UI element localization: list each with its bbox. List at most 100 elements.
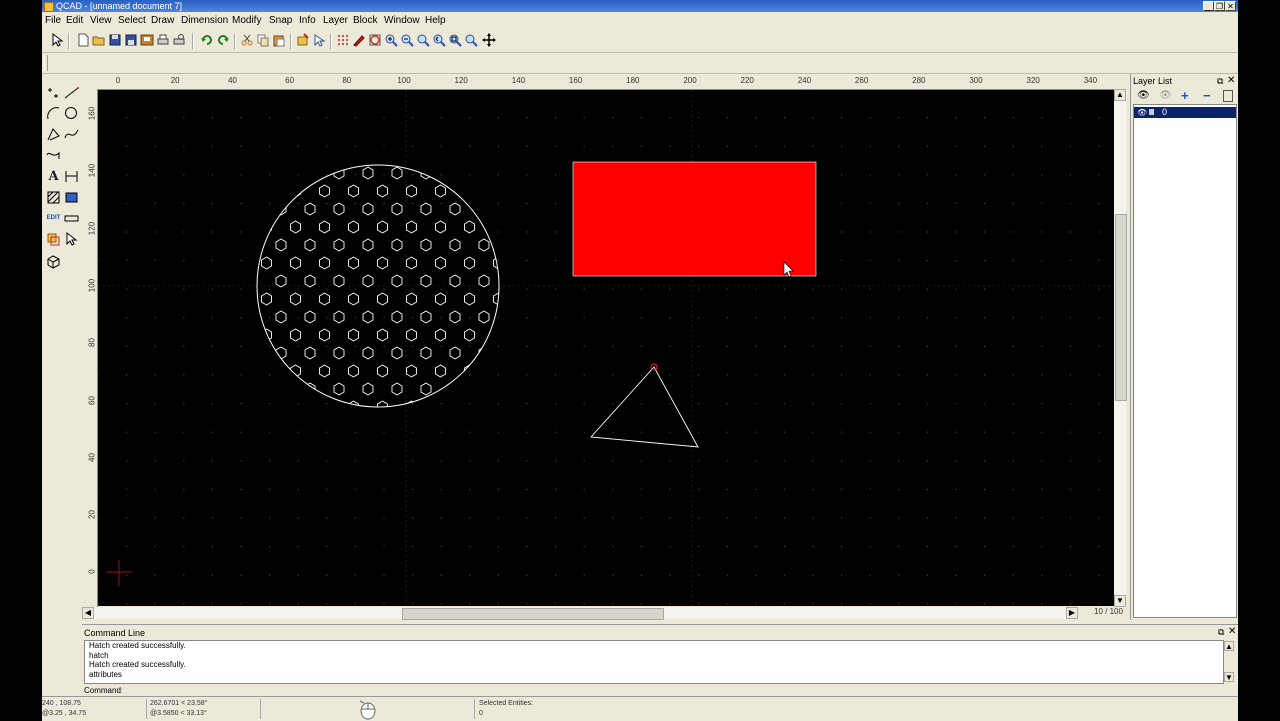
command-prompt-label: Command: <box>84 686 124 695</box>
layer-lock-icon[interactable] <box>1149 109 1154 115</box>
horizontal-scroll-thumb[interactable] <box>402 608 664 620</box>
block-tool-icon[interactable] <box>45 231 62 248</box>
maximize-button[interactable]: ❐ <box>1214 1 1225 11</box>
scroll-right-icon[interactable]: ▶ <box>1066 607 1078 619</box>
layer-visible-icon[interactable]: 👁 <box>1137 107 1147 118</box>
pointer-icon[interactable] <box>50 33 64 47</box>
open-folder-icon[interactable] <box>92 33 106 47</box>
close-window-button[interactable]: ✕ <box>1225 1 1236 11</box>
zoom-out-icon[interactable] <box>400 33 414 47</box>
redo-icon[interactable] <box>216 33 230 47</box>
menu-layer[interactable]: Layer <box>323 15 348 27</box>
ruler-label: 260 <box>854 76 869 85</box>
save-as-icon[interactable] <box>124 33 138 47</box>
menu-file[interactable]: File <box>45 15 61 27</box>
drawing-canvas[interactable] <box>98 90 1114 606</box>
command-history: Hatch created successfully. hatch Hatch … <box>84 640 1224 684</box>
zoom-auto-icon[interactable] <box>416 33 430 47</box>
menu-window[interactable]: Window <box>384 15 420 27</box>
title-bar: QCAD - [unnamed document 7] _ ❐ ✕ <box>42 0 1238 12</box>
select-window-icon[interactable] <box>296 33 310 47</box>
pan-icon[interactable] <box>482 33 496 47</box>
menu-help[interactable]: Help <box>425 15 446 27</box>
history-scroll-up-icon[interactable]: ▲ <box>1224 641 1234 651</box>
line-tool-icon[interactable] <box>63 84 80 101</box>
scroll-down-icon[interactable]: ▼ <box>1114 595 1126 607</box>
points-tool-icon[interactable] <box>45 84 62 101</box>
deselect-icon[interactable] <box>312 33 326 47</box>
command-panel-title: Command Line <box>84 628 146 638</box>
undo-icon[interactable] <box>200 33 214 47</box>
freehand-tool-icon[interactable] <box>45 147 62 164</box>
ruler-label: 200 <box>683 76 697 85</box>
menu-select[interactable]: Select <box>118 15 146 27</box>
scroll-left-icon[interactable]: ◀ <box>82 607 94 619</box>
add-layer-icon[interactable]: + <box>1181 88 1189 103</box>
print-preview-icon[interactable] <box>172 33 186 47</box>
history-line: Hatch created successfully. <box>89 660 186 669</box>
redraw-icon[interactable] <box>368 33 382 47</box>
draft-pen-icon[interactable] <box>352 33 366 47</box>
menu-modify[interactable]: Modify <box>232 15 261 27</box>
filled-rectangle[interactable] <box>572 161 817 277</box>
close-panel-icon[interactable]: ✕ <box>1227 75 1235 86</box>
toolbar-separator <box>192 33 194 49</box>
zoom-in-icon[interactable] <box>384 33 398 47</box>
print-icon[interactable] <box>156 33 170 47</box>
command-input[interactable] <box>122 685 1222 694</box>
ruler-label: 240 <box>797 76 812 85</box>
menu-info[interactable]: Info <box>299 15 316 27</box>
text-tool-icon[interactable]: A <box>45 168 62 185</box>
polar-coordinate: 262.6701 < 23.58° <box>150 700 208 707</box>
copy-icon[interactable] <box>256 33 270 47</box>
save-icon[interactable] <box>108 33 122 47</box>
polyline-tool-icon[interactable] <box>45 126 62 143</box>
history-line: hatch <box>89 650 109 660</box>
float-panel-icon[interactable]: ⧉ <box>1217 76 1223 87</box>
toolbar-separator <box>330 33 332 49</box>
ruler-label: 340 <box>1083 76 1098 85</box>
menu-view[interactable]: View <box>90 15 112 27</box>
horizontal-scrollbar[interactable]: ◀ ▶ <box>82 607 1078 620</box>
scroll-up-icon[interactable]: ▲ <box>1114 89 1126 101</box>
show-all-layers-icon[interactable]: 👁 <box>1137 90 1150 101</box>
layer-panel-title: Layer List <box>1133 76 1173 86</box>
hatch-tool-icon[interactable] <box>45 189 62 206</box>
edit-layer-icon[interactable] <box>1223 90 1233 102</box>
edit-tool-icon[interactable]: EDIT <box>45 210 62 227</box>
new-file-icon[interactable] <box>76 33 90 47</box>
grid-icon[interactable] <box>336 33 350 47</box>
menu-edit[interactable]: Edit <box>66 15 83 27</box>
menu-draw[interactable]: Draw <box>151 15 174 27</box>
zoom-window-icon[interactable] <box>448 33 462 47</box>
minimize-button[interactable]: _ <box>1203 1 1214 11</box>
measure-tool-icon[interactable] <box>63 210 80 227</box>
menu-block[interactable]: Block <box>353 15 377 27</box>
circle-tool-icon[interactable] <box>63 105 80 122</box>
spline-tool-icon[interactable] <box>63 126 80 143</box>
vertical-scrollbar[interactable]: ▲ ▼ <box>1114 89 1127 607</box>
ruler-label: 120 <box>454 76 468 85</box>
image-tool-icon[interactable] <box>63 189 80 206</box>
arc-tool-icon[interactable] <box>45 105 62 122</box>
menu-dimension[interactable]: Dimension <box>181 15 228 27</box>
3d-view-icon[interactable] <box>45 253 62 270</box>
cut-icon[interactable] <box>240 33 254 47</box>
ruler-label: 220 <box>740 76 754 85</box>
paste-icon[interactable] <box>272 33 286 47</box>
save-all-icon[interactable] <box>140 33 154 47</box>
menu-snap[interactable]: Snap <box>269 15 292 27</box>
vertical-scroll-thumb[interactable] <box>1115 214 1127 401</box>
hide-all-layers-icon[interactable]: 👁 <box>1159 90 1172 101</box>
layer-row[interactable]: 👁 0 <box>1134 107 1236 118</box>
zoom-previous-icon[interactable] <box>432 33 446 47</box>
remove-layer-icon[interactable]: − <box>1203 88 1211 103</box>
history-scroll-down-icon[interactable]: ▼ <box>1224 672 1234 682</box>
select-tool-icon[interactable] <box>63 231 80 248</box>
dimension-tool-icon[interactable] <box>63 168 80 185</box>
zoom-pan-icon[interactable] <box>464 33 478 47</box>
ruler-label: 60 <box>285 76 295 85</box>
close-panel-icon[interactable]: ✕ <box>1228 626 1236 637</box>
ruler-label: 0 <box>115 76 121 85</box>
float-panel-icon[interactable]: ⧉ <box>1218 627 1224 638</box>
